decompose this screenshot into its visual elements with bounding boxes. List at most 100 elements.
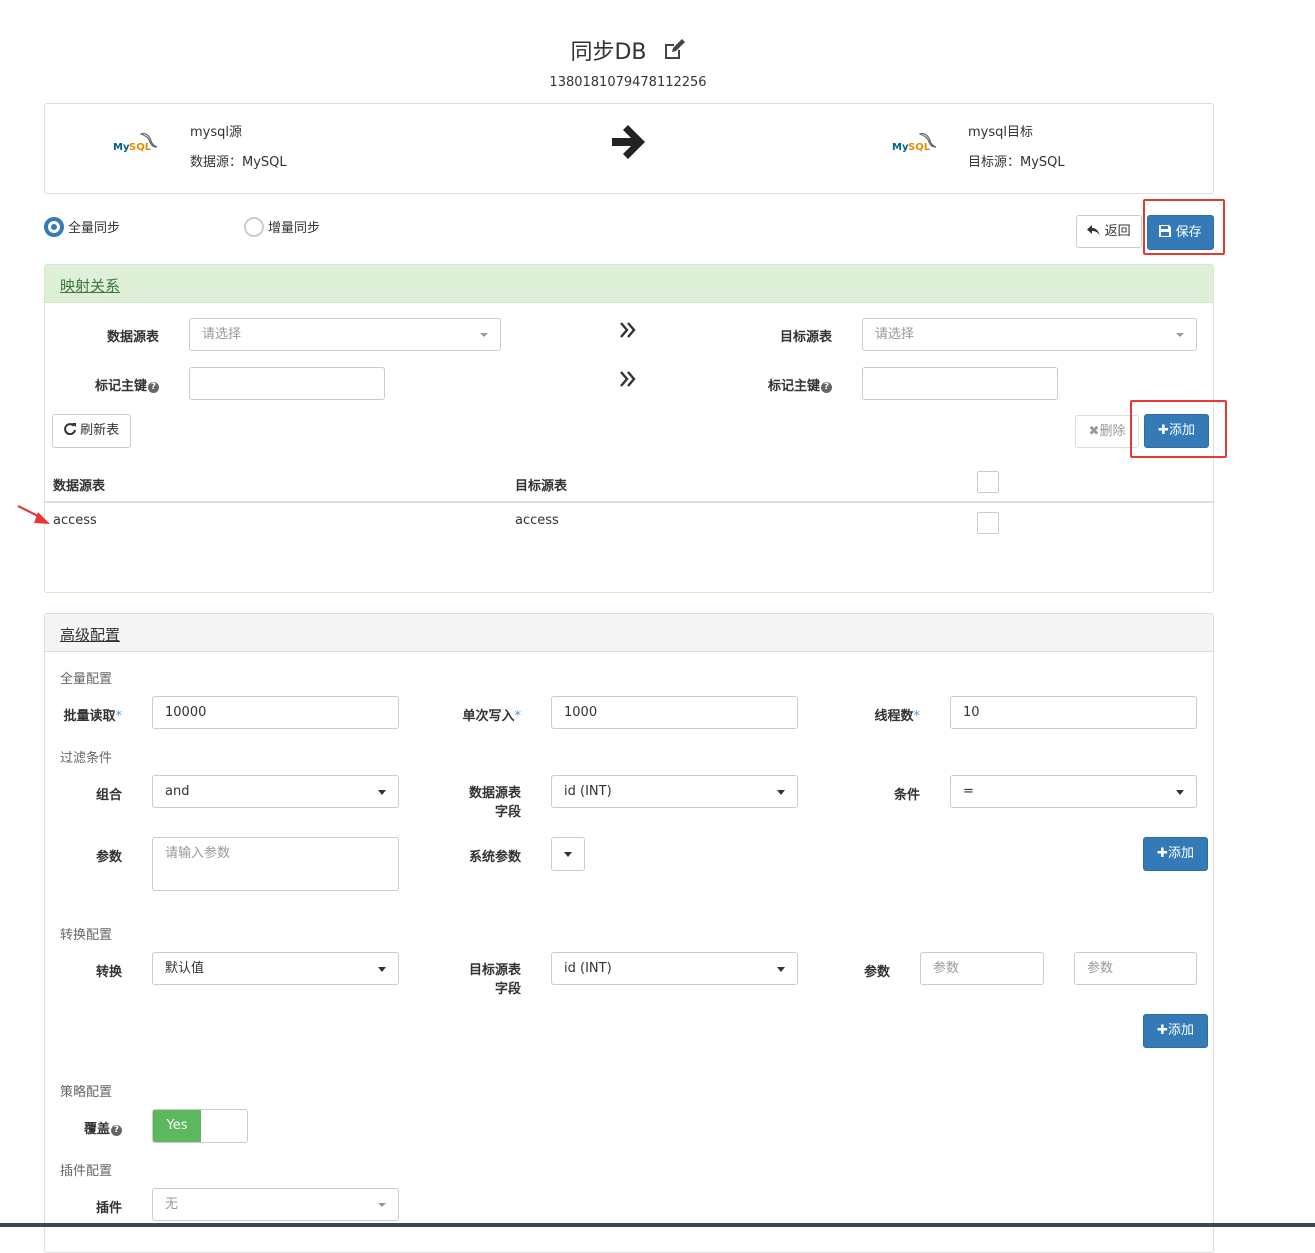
cover-toggle-on: Yes (153, 1110, 201, 1142)
radio-checked-icon (44, 217, 64, 237)
table-row[interactable]: access access (45, 503, 1213, 543)
refresh-icon (64, 423, 80, 438)
condition-label: 条件 (893, 788, 920, 803)
connection-panel: My SQL mysql源 数据源：MySQL My SQL mysql目标 目… (44, 103, 1214, 194)
caret-down-icon (1176, 790, 1184, 795)
filter-section: 过滤条件 (60, 751, 113, 766)
arrow-right-icon (610, 122, 648, 166)
radio-unchecked-icon (244, 217, 264, 237)
convert-label: 转换 (95, 965, 122, 980)
caret-down-icon (378, 790, 386, 795)
source-table-select[interactable]: 请选择 (189, 318, 501, 351)
target-name: mysql目标 (968, 125, 1033, 140)
caret-down-icon (378, 967, 386, 972)
mapping-panel: 映射关系 (44, 264, 1214, 593)
plus-icon: ✚ (1157, 1023, 1168, 1038)
tgt-field-label-line2: 字段 (494, 982, 521, 997)
combine-select-text: and (165, 784, 190, 799)
question-circle-icon[interactable]: ? (111, 1125, 122, 1136)
caret-down-icon (378, 1203, 386, 1207)
sys-param-label: 系统参数 (468, 850, 521, 865)
src-field-select-text: id (INT) (564, 784, 612, 799)
question-circle-icon[interactable]: ? (821, 382, 832, 393)
edit-icon[interactable] (662, 39, 686, 67)
times-icon: ✖ (1088, 424, 1100, 439)
convert-param-input-1[interactable]: 参数 (920, 952, 1044, 985)
row-source-cell: access (53, 513, 97, 528)
threads-label-text: 线程数 (874, 709, 914, 724)
target-table-select-text: 请选择 (875, 327, 915, 342)
add-convert-button[interactable]: ✚添加 (1143, 1014, 1208, 1048)
table-header-target: 目标源表 (515, 479, 568, 494)
plus-icon: ✚ (1157, 846, 1168, 861)
plugin-select[interactable]: 无 (152, 1188, 399, 1221)
source-name: mysql源 (190, 125, 242, 140)
combine-select[interactable]: and (152, 775, 399, 808)
threads-input[interactable]: 10 (950, 696, 1197, 729)
mapping-title-link[interactable]: 映射关系 (60, 275, 120, 296)
batch-read-label: 批量读取* (63, 709, 122, 724)
tgt-field-select-text: id (INT) (564, 961, 612, 976)
add-filter-button-label: 添加 (1167, 846, 1194, 861)
target-table-label: 目标源表 (779, 330, 832, 345)
single-write-input[interactable]: 1000 (551, 696, 798, 729)
delete-button-label: 删除 (1099, 424, 1126, 439)
src-field-label-line2: 字段 (494, 805, 521, 820)
advanced-title-link[interactable]: 高级配置 (60, 624, 120, 645)
cover-toggle[interactable]: Yes (152, 1109, 248, 1143)
radio-full-sync-label: 全量同步 (68, 221, 121, 236)
caret-down-icon (564, 852, 572, 857)
plugin-label: 插件 (95, 1201, 122, 1216)
source-pk-label-text: 标记主键 (94, 379, 147, 394)
convert-select-text: 默认值 (165, 961, 205, 976)
tgt-field-select[interactable]: id (INT) (551, 952, 798, 985)
plugin-select-text: 无 (165, 1197, 179, 1212)
advanced-panel-header: 高级配置 (45, 614, 1213, 652)
annotation-save-highlight (1143, 199, 1225, 255)
convert-param-placeholder-1: 参数 (933, 961, 960, 976)
target-table-select[interactable]: 请选择 (862, 318, 1197, 351)
table-header-source: 数据源表 (53, 479, 106, 494)
src-field-label-line1: 数据源表 (468, 786, 521, 801)
convert-param-label: 参数 (863, 965, 890, 980)
single-write-label: 单次写入* (462, 709, 521, 724)
svg-text:My: My (113, 142, 130, 153)
source-pk-input[interactable] (189, 367, 385, 400)
threads-label: 线程数* (874, 709, 920, 724)
row-target-cell: access (515, 513, 559, 528)
target-pk-input[interactable] (862, 367, 1058, 400)
strategy-section: 策略配置 (60, 1085, 113, 1100)
param-textarea-placeholder: 请输入参数 (165, 846, 231, 861)
source-pk-label: 标记主键? (60, 375, 159, 394)
page-title: 同步DB (0, 34, 1256, 67)
src-field-select[interactable]: id (INT) (551, 775, 798, 808)
target-mysql-logo-icon: My SQL (890, 128, 940, 158)
reply-icon (1087, 224, 1104, 239)
question-circle-icon[interactable]: ? (148, 382, 159, 393)
single-write-label-text: 单次写入 (462, 709, 515, 724)
combine-label: 组合 (95, 788, 122, 803)
caret-down-icon (1176, 333, 1184, 337)
param-textarea[interactable]: 请输入参数 (152, 837, 399, 891)
plugin-section: 插件配置 (60, 1164, 113, 1179)
sys-param-dropdown[interactable] (551, 837, 585, 871)
condition-select[interactable]: = (950, 775, 1197, 808)
batch-read-input[interactable]: 10000 (152, 696, 399, 729)
source-table-select-text: 请选择 (202, 327, 242, 342)
row-checkbox[interactable] (977, 512, 999, 534)
source-type: 数据源：MySQL (190, 155, 287, 170)
target-pk-label: 标记主键? (733, 375, 832, 394)
add-filter-button[interactable]: ✚添加 (1143, 837, 1208, 871)
condition-select-text: = (963, 784, 974, 799)
convert-param-placeholder-2: 参数 (1087, 961, 1114, 976)
select-all-checkbox[interactable] (977, 471, 999, 493)
convert-select[interactable]: 默认值 (152, 952, 399, 985)
convert-param-input-2[interactable]: 参数 (1074, 952, 1197, 985)
svg-text:SQL: SQL (129, 142, 152, 153)
batch-read-label-text: 批量读取 (63, 709, 116, 724)
page-title-text: 同步DB (570, 40, 647, 65)
refresh-tables-button[interactable]: 刷新表 (52, 414, 131, 448)
back-button[interactable]: 返回 (1076, 215, 1142, 248)
bottom-border (0, 1223, 1315, 1227)
tgt-field-label: 目标源表 字段 (420, 961, 521, 999)
